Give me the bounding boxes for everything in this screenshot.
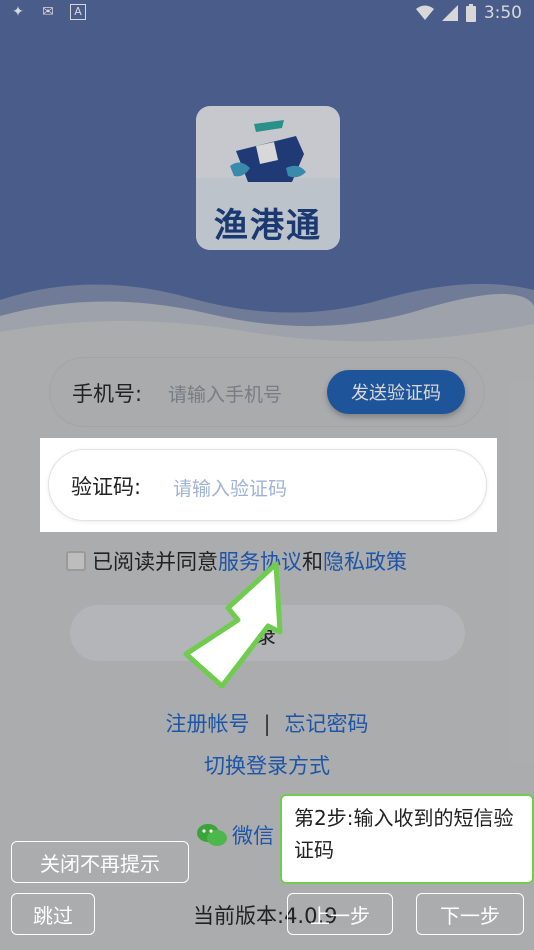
- code-input[interactable]: 请输入验证码: [173, 474, 287, 501]
- account-links: 注册帐号 | 忘记密码: [0, 708, 534, 738]
- phone-input[interactable]: 请输入手机号: [168, 380, 282, 407]
- switch-login-method-link[interactable]: 切换登录方式: [0, 750, 534, 780]
- wechat-label: 微信: [232, 824, 274, 848]
- wechat-icon: [197, 824, 227, 846]
- agree-and-text: 和: [302, 550, 323, 574]
- battery-icon: [465, 4, 476, 22]
- wechat-login[interactable]: 微信: [196, 820, 274, 850]
- ship-icon: [230, 120, 306, 182]
- wifi-icon: [415, 5, 434, 20]
- guide-tip: 第2步:输入收到的短信验证码: [280, 794, 534, 884]
- next-step-button[interactable]: 下一步: [416, 893, 524, 935]
- status-bar: ✦ ✉ A 3:50: [0, 0, 534, 28]
- login-button-label: 录: [255, 624, 276, 648]
- agreement-row: 已阅读并同意 服务协议 和 隐私政策: [66, 546, 407, 576]
- phone-label: 手机号:: [72, 382, 143, 406]
- status-time: 3:50: [483, 3, 522, 23]
- service-agreement-link[interactable]: 服务协议: [218, 546, 302, 576]
- text-app-icon: A: [70, 4, 86, 20]
- agree-text: 已阅读并同意: [92, 550, 218, 574]
- vpn-icon: ✦: [12, 4, 24, 20]
- link-separator: |: [263, 712, 271, 736]
- message-icon: ✉: [42, 4, 54, 20]
- phone-input-row: 手机号: 请输入手机号 发送验证码: [49, 357, 485, 427]
- app-logo: 渔港通: [196, 106, 340, 250]
- privacy-policy-link[interactable]: 隐私政策: [323, 546, 407, 576]
- logo-text: 渔港通: [214, 206, 322, 246]
- skip-button[interactable]: 跳过: [11, 893, 95, 935]
- register-link[interactable]: 注册帐号: [165, 712, 249, 736]
- code-label: 验证码:: [71, 475, 142, 499]
- send-code-button[interactable]: 发送验证码: [327, 370, 465, 414]
- code-input-row: 验证码: 请输入验证码: [48, 449, 487, 521]
- forgot-password-link[interactable]: 忘记密码: [285, 712, 369, 736]
- prev-step-button[interactable]: 上一步: [287, 893, 393, 935]
- agree-checkbox[interactable]: [66, 551, 86, 571]
- signal-icon: [441, 5, 458, 21]
- close-no-remind-button[interactable]: 关闭不再提示: [11, 841, 189, 883]
